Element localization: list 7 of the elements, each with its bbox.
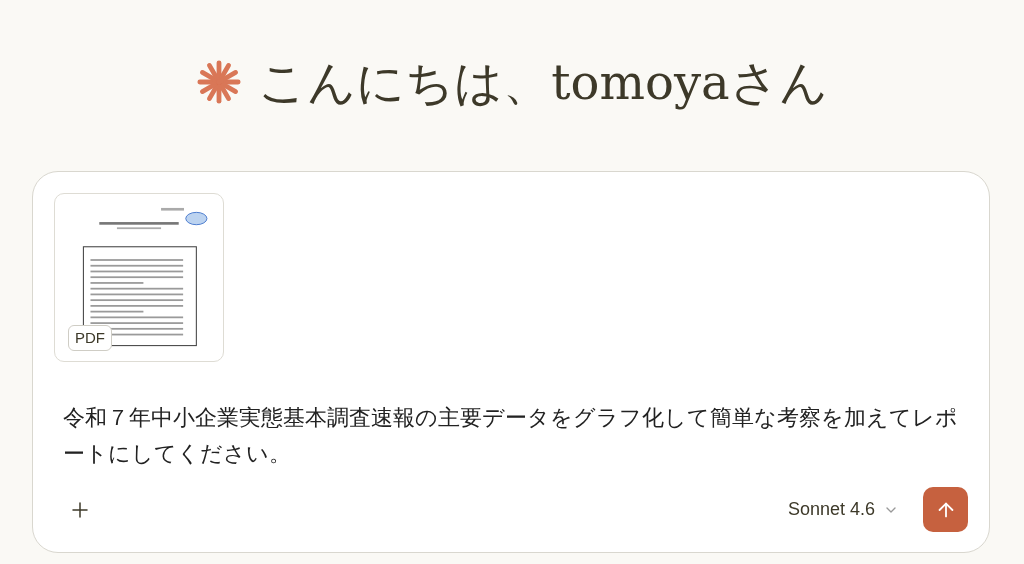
model-selector[interactable]: Sonnet 4.6 — [787, 496, 899, 523]
send-button[interactable] — [923, 487, 968, 532]
pdf-attachment[interactable]: PDF — [54, 193, 224, 362]
starburst-icon — [196, 59, 243, 105]
greeting-heading: こんにちは、tomoyaさん — [258, 53, 828, 112]
file-type-badge: PDF — [68, 324, 112, 351]
message-field[interactable]: 令和７年中小企業実態基本調査速報の主要データをグラフ化して簡単な考察を加えてレポートにしてください。 — [63, 400, 958, 472]
